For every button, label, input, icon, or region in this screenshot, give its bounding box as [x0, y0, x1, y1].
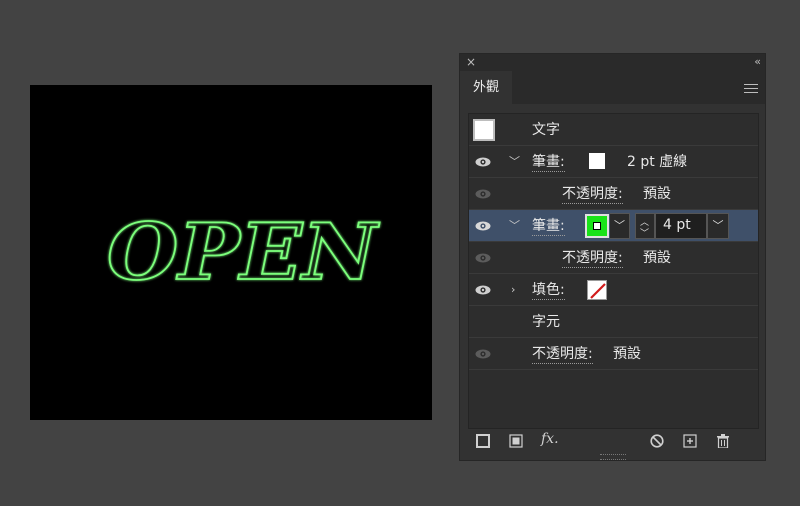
- appearance-panel: × ‹‹ 外觀 文字 ﹀ 筆畫: 2 pt 虛線 不透明度: 預設 ﹀ 筆畫: …: [459, 53, 766, 461]
- visibility-eye-icon[interactable]: [475, 349, 491, 359]
- characters-label: 字元: [532, 314, 560, 330]
- delete-trash-icon[interactable]: [716, 434, 730, 448]
- close-icon[interactable]: ×: [466, 55, 476, 70]
- clear-appearance-icon[interactable]: [650, 434, 664, 448]
- text-row[interactable]: 文字: [469, 114, 758, 146]
- add-new-fill-icon[interactable]: [509, 434, 523, 448]
- chevron-right-icon[interactable]: ›: [511, 283, 515, 297]
- visibility-eye-icon[interactable]: [475, 189, 491, 199]
- stroke-weight-input[interactable]: 4 pt: [655, 213, 707, 239]
- visibility-eye-icon[interactable]: [475, 285, 491, 295]
- opacity-label[interactable]: 不透明度:: [532, 345, 593, 364]
- opacity-label[interactable]: 不透明度:: [562, 185, 623, 204]
- add-new-stroke-icon[interactable]: [476, 434, 490, 448]
- resize-grip[interactable]: [600, 454, 626, 460]
- visibility-eye-icon[interactable]: [475, 253, 491, 263]
- appearance-list: 文字 ﹀ 筆畫: 2 pt 虛線 不透明度: 預設 ﹀ 筆畫: ﹀ ︿ ﹀ 4 …: [468, 113, 759, 429]
- text-thumbnail: [473, 119, 495, 141]
- panel-titlebar: × ‹‹: [460, 54, 765, 72]
- opacity-value: 預設: [613, 346, 641, 362]
- visibility-eye-icon[interactable]: [475, 221, 491, 231]
- stroke-row-1[interactable]: ﹀ 筆畫: 2 pt 虛線: [469, 146, 758, 178]
- stroke-color-swatch[interactable]: [585, 214, 609, 238]
- stroke-row-2[interactable]: ﹀ 筆畫: ﹀ ︿ ﹀ 4 pt ﹀: [469, 210, 758, 242]
- tab-appearance[interactable]: 外觀: [460, 71, 512, 104]
- color-dropdown-chevron-icon[interactable]: ﹀: [610, 213, 630, 239]
- opacity-row-2[interactable]: 不透明度: 預設: [469, 242, 758, 274]
- opacity-value: 預設: [643, 186, 671, 202]
- open-text: OPEN: [107, 207, 380, 298]
- opacity-row-1[interactable]: 不透明度: 預設: [469, 178, 758, 210]
- chevron-down-icon[interactable]: ﹀: [509, 155, 520, 169]
- text-label: 文字: [532, 122, 560, 138]
- visibility-eye-icon[interactable]: [475, 157, 491, 167]
- artboard-canvas[interactable]: OPEN: [30, 85, 432, 420]
- panel-tab-row: 外觀: [460, 71, 765, 104]
- opacity-value: 預設: [643, 250, 671, 266]
- panel-footer: fx.: [460, 430, 765, 454]
- stroke-color-swatch[interactable]: [589, 153, 605, 169]
- fill-label[interactable]: 填色:: [532, 281, 565, 300]
- collapse-icon[interactable]: ‹‹: [754, 54, 761, 69]
- fill-none-swatch[interactable]: [587, 280, 607, 300]
- fill-row[interactable]: › 填色:: [469, 274, 758, 306]
- open-artwork[interactable]: OPEN: [30, 85, 432, 420]
- add-effect-fx-icon[interactable]: fx.: [541, 431, 559, 447]
- characters-row[interactable]: 字元: [469, 306, 758, 338]
- duplicate-item-icon[interactable]: [683, 434, 697, 448]
- weight-stepper-icon[interactable]: ︿ ﹀: [635, 213, 655, 239]
- chevron-down-icon[interactable]: ﹀: [509, 219, 520, 233]
- stroke-value: 2 pt 虛線: [627, 154, 688, 170]
- weight-dropdown-chevron-icon[interactable]: ﹀: [707, 213, 729, 239]
- opacity-row-3[interactable]: 不透明度: 預設: [469, 338, 758, 370]
- stroke-label[interactable]: 筆畫:: [532, 153, 565, 172]
- opacity-label[interactable]: 不透明度:: [562, 249, 623, 268]
- panel-menu-icon[interactable]: [744, 84, 758, 93]
- stroke-label[interactable]: 筆畫:: [532, 217, 565, 236]
